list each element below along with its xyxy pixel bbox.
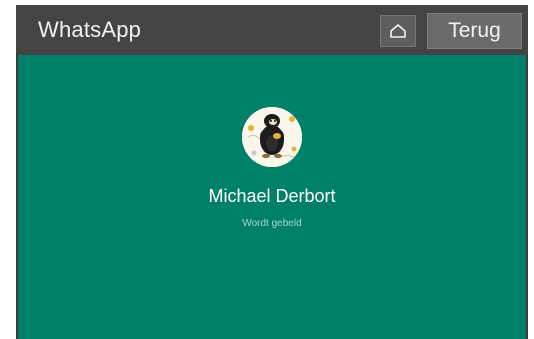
contact-avatar: [242, 107, 302, 167]
home-button[interactable]: [380, 15, 416, 47]
call-screen: Michael Derbort Wordt gebeld: [18, 55, 526, 339]
contact-name: Michael Derbort: [208, 186, 336, 206]
home-icon: [389, 23, 407, 39]
back-button[interactable]: Terug: [427, 13, 522, 49]
title-bar: WhatsApp Terug: [16, 5, 528, 55]
app-window: WhatsApp Terug Michael Derbort Wordt geb…: [16, 5, 528, 339]
app-title: WhatsApp: [38, 17, 142, 42]
call-status: Wordt gebeld: [242, 218, 302, 229]
